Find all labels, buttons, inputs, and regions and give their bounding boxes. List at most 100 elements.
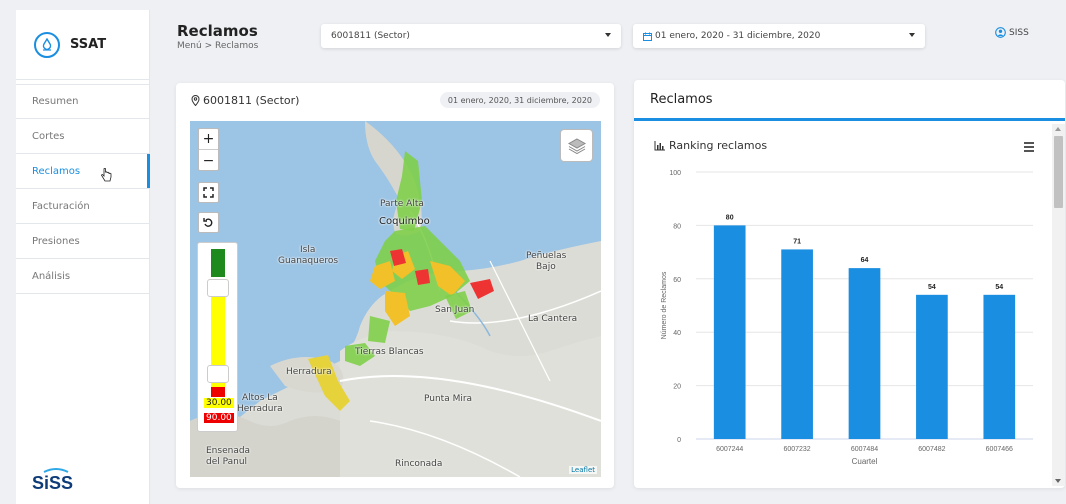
sidebar-item-label: Resumen [32,96,79,107]
map-label: Rinconada [395,459,443,469]
brand-name: SSAT [70,37,107,52]
sidebar-item-label: Reclamos [32,165,81,177]
threshold-low-value: 30.00 [204,398,234,408]
svg-text:SiSS: SiSS [32,473,73,492]
chart-scrollbar[interactable] [1052,124,1065,486]
undo-icon [203,218,213,227]
sector-select[interactable]: 6001811 (Sector) [321,24,621,48]
map-card-title: 6001811 (Sector) [191,94,299,107]
layers-button[interactable] [560,129,593,162]
breadcrumb[interactable]: Menú > Reclamos [177,41,258,51]
y-axis-label: Número de Reclamos [661,271,668,339]
fullscreen-button[interactable] [198,182,219,203]
y-tick-label: 40 [673,330,681,337]
map-date-badge: 01 enero, 2020, 31 diciembre, 2020 [439,92,600,108]
sidebar-item-label: Análisis [32,270,71,282]
map-card: 6001811 (Sector) 01 enero, 2020, 31 dici… [176,83,614,488]
map-label: La Cantera [528,314,578,324]
slider-handle-low[interactable] [207,279,229,297]
chart-card: Reclamos Ranking reclamos 0 20 40 60 80 100 80… [634,80,1065,488]
zoom-in-button[interactable]: + [199,129,218,150]
map-label: del Panul [206,457,248,467]
location-pin-icon [191,95,200,106]
sidebar-item-presiones[interactable]: Presiones [16,224,149,259]
map-sector-label: 6001811 (Sector) [203,94,300,107]
date-range-value: 01 enero, 2020 - 31 diciembre, 2020 [655,31,821,41]
y-tick-label: 20 [673,384,681,391]
x-tick-label: 6007482 [918,446,945,453]
map-label: Guanaqueros [278,256,339,266]
sidebar-item-label: Presiones [32,235,80,247]
scroll-thumb[interactable] [1054,136,1063,208]
ranking-chart: 0 20 40 60 80 100 80 6007244 71 6007232 64 6007484 5… [661,170,1033,466]
sidebar-item-label: Cortes [32,130,65,142]
zoom-out-button[interactable]: − [199,150,218,171]
bar [983,294,1016,439]
bar [848,268,881,439]
chevron-down-icon [605,33,611,37]
scroll-down-arrow[interactable] [1055,479,1061,483]
data-label: 64 [861,257,869,264]
sidebar: SSAT Resumen Cortes Reclamos Facturación… [16,10,150,504]
sidebar-item-resumen[interactable]: Resumen [16,84,149,119]
x-tick-label: 6007244 [716,446,743,453]
brand-logo-icon [34,31,60,58]
x-axis-label: Cuartel [852,457,878,466]
siss-logo: SiSS [30,466,82,496]
bar [713,225,746,439]
layers-icon [567,137,586,154]
sidebar-item-facturacion[interactable]: Facturación [16,189,149,224]
user-name: SISS [1009,27,1029,38]
threshold-high-value: 90.00 [204,413,234,423]
slider-handle-high[interactable] [207,365,229,383]
date-range-select[interactable]: 01 enero, 2020 - 31 diciembre, 2020 [633,24,925,48]
bar [916,294,948,439]
y-tick-label: 80 [673,223,681,230]
calendar-icon [643,32,652,41]
chart-body: Ranking reclamos 0 20 40 60 80 100 80 6007244 71… [634,124,1052,486]
map-label: Isla [300,245,316,255]
sidebar-menu: Resumen Cortes Reclamos Facturación Pres… [16,84,150,294]
bar [781,249,813,439]
zoom-control: + − [198,128,219,171]
user-icon [995,27,1006,38]
map-label: Tierras Blancas [355,347,424,357]
y-tick-label: 0 [677,437,681,444]
sidebar-item-reclamos[interactable]: Reclamos [16,154,150,189]
data-label: 80 [726,214,734,221]
map-label: Altos La [242,393,278,403]
map-view[interactable]: Parte Alta Coquimbo Isla Guanaqueros Peñ… [190,121,601,477]
map-label: San Juan [435,305,475,315]
map-label: Parte Alta [380,199,424,209]
fullscreen-icon [203,187,214,198]
x-tick-label: 6007484 [851,446,878,453]
hand-cursor-icon [101,168,112,182]
sidebar-item-cortes[interactable]: Cortes [16,119,149,154]
reset-view-button[interactable] [198,212,219,233]
chart-card-title: Reclamos [634,80,1065,121]
map-label: Herradura [237,404,283,414]
map-label: Punta Mira [424,394,473,404]
x-tick-label: 6007466 [986,446,1013,453]
map-label: Bajo [536,262,556,272]
leaflet-attribution[interactable]: Leaflet [569,466,597,474]
sidebar-item-analisis[interactable]: Análisis [16,259,149,294]
map-label: Herradura [286,367,332,377]
sector-select-value: 6001811 (Sector) [331,31,410,41]
y-tick-label: 60 [673,277,681,284]
x-tick-label: 6007232 [783,446,810,453]
map-label: Coquimbo [379,216,430,227]
user-menu[interactable]: SISS [995,27,1029,38]
map-label: Peñuelas [526,251,567,261]
map-tiles [190,121,601,477]
y-tick-label: 100 [669,170,681,177]
scroll-up-arrow[interactable] [1055,127,1061,131]
sidebar-item-label: Facturación [32,200,90,212]
brand[interactable]: SSAT [16,10,149,80]
data-label: 54 [995,284,1003,291]
chevron-down-icon [909,33,915,37]
page-title: Reclamos [177,22,258,40]
data-label: 54 [928,284,936,291]
data-label: 71 [793,238,801,245]
map-label: Ensenada [206,446,251,456]
